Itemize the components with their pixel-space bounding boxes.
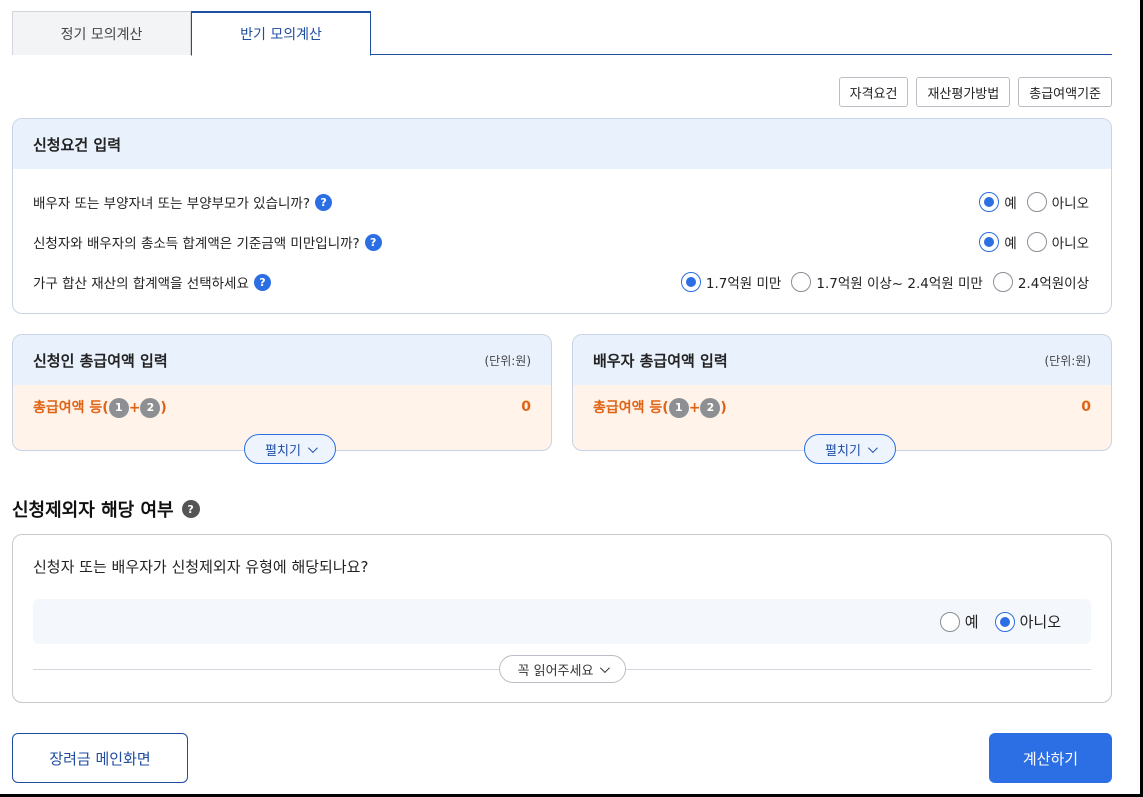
info-button-group: 자격요건 재산평가방법 총급여액기준	[838, 77, 1112, 107]
total-pay-label: 총급여액 등(1 +2)	[33, 397, 167, 418]
asset-valuation-button[interactable]: 재산평가방법	[916, 77, 1011, 107]
requirements-panel: 신청요건 입력 배우자 또는 부양자녀 또는 부양부모가 있습니까? ? 예 아…	[12, 118, 1112, 314]
radio-unchecked-icon	[939, 611, 960, 632]
radio-exclusion-no[interactable]: 아니오	[994, 611, 1061, 632]
eligibility-button[interactable]: 자격요건	[838, 77, 909, 107]
radio-label: 2.4억원이상	[1017, 276, 1089, 292]
radio-assets-over-2-4[interactable]: 2.4억원이상	[992, 272, 1089, 292]
question-dependents: 배우자 또는 부양자녀 또는 부양부모가 있습니까? ? 예 아니오	[33, 190, 1089, 214]
radio-label: 예	[1004, 236, 1017, 252]
number-1-badge: 1	[108, 397, 129, 418]
radio-label: 아니오	[1051, 196, 1089, 212]
help-icon[interactable]: ?	[315, 193, 333, 211]
total-pay-label: 총급여액 등(1 +2)	[593, 397, 727, 418]
question-label: 배우자 또는 부양자녀 또는 부양부모가 있습니까?	[33, 196, 311, 212]
exclusion-panel: 신청자 또는 배우자가 신청제외자 유형에 해당되나요? 예 아니오 꼭 읽어주…	[12, 534, 1112, 703]
help-icon[interactable]: ?	[181, 500, 200, 518]
applicant-income-panel: 신청인 총급여액 입력 (단위:원) 총급여액 등(1 +2) 0 펼치기	[12, 334, 552, 464]
total-pay-value: 0	[1081, 399, 1091, 415]
radio-label: 아니오	[1051, 236, 1089, 252]
tab-regular-simulation[interactable]: 정기 모의계산	[12, 11, 191, 55]
section-title-text: 신청제외자 해당 여부	[12, 500, 174, 521]
expand-label: 펼치기	[825, 443, 861, 459]
exclusion-question: 신청자 또는 배우자가 신청제외자 유형에 해당되나요?	[33, 558, 369, 576]
radio-checked-icon	[979, 232, 1000, 252]
chevron-down-icon	[307, 442, 318, 453]
radio-dependents-no[interactable]: 아니오	[1026, 192, 1089, 212]
radio-income-no[interactable]: 아니오	[1026, 232, 1089, 252]
radio-label: 예	[1004, 196, 1017, 212]
radio-label: 1.7억원 미만	[705, 276, 782, 292]
question-label: 가구 합산 재산의 합계액을 선택하세요	[33, 276, 249, 292]
number-2-badge: 2	[140, 397, 161, 418]
radio-checked-icon	[979, 192, 1000, 212]
applicant-income-title: 신청인 총급여액 입력	[33, 351, 168, 370]
calculate-button[interactable]: 계산하기	[989, 733, 1112, 783]
tab-bar: 정기 모의계산 반기 모의계산	[12, 11, 1112, 56]
unit-label: (단위:원)	[484, 353, 531, 368]
chevron-down-icon	[867, 442, 878, 453]
radio-label: 예	[964, 613, 979, 631]
radio-assets-under-1-7[interactable]: 1.7억원 미만	[680, 272, 782, 292]
chevron-down-icon	[600, 662, 611, 673]
radio-assets-1-7-to-2-4[interactable]: 1.7억원 이상~ 2.4억원 미만	[791, 272, 983, 292]
radio-unchecked-icon	[1026, 232, 1047, 252]
read-more-label: 꼭 읽어주세요	[517, 663, 594, 679]
radio-checked-icon	[994, 611, 1015, 632]
number-1-badge: 1	[668, 397, 689, 418]
spouse-income-title: 배우자 총급여액 입력	[593, 351, 728, 370]
exclusion-answer-box: 예 아니오	[33, 599, 1091, 644]
expand-label: 펼치기	[265, 443, 301, 459]
question-total-income: 신청자와 배우자의 총소득 합계액은 기준금액 미만입니까? ? 예 아니오	[33, 230, 1089, 254]
spouse-income-panel: 배우자 총급여액 입력 (단위:원) 총급여액 등(1 +2) 0 펼치기	[572, 334, 1112, 464]
radio-income-yes[interactable]: 예	[979, 232, 1017, 252]
total-pay-value: 0	[521, 399, 531, 415]
income-criteria-button[interactable]: 총급여액기준	[1018, 77, 1112, 107]
radio-exclusion-yes[interactable]: 예	[939, 611, 979, 632]
question-household-assets: 가구 합산 재산의 합계액을 선택하세요 ? 1.7억원 미만 1.7억원 이상…	[33, 270, 1089, 294]
spouse-expand-button[interactable]: 펼치기	[804, 434, 896, 464]
requirements-title: 신청요건 입력	[13, 119, 1111, 169]
unit-label: (단위:원)	[1044, 353, 1091, 368]
radio-checked-icon	[680, 272, 701, 292]
radio-label: 아니오	[1019, 613, 1061, 631]
applicant-total-pay-row: 총급여액 등(1 +2) 0	[13, 385, 551, 429]
applicant-expand-button[interactable]: 펼치기	[244, 434, 336, 464]
radio-dependents-yes[interactable]: 예	[979, 192, 1017, 212]
help-icon[interactable]: ?	[364, 233, 382, 251]
spouse-total-pay-row: 총급여액 등(1 +2) 0	[573, 385, 1111, 429]
number-2-badge: 2	[700, 397, 721, 418]
question-label: 신청자와 배우자의 총소득 합계액은 기준금액 미만입니까?	[33, 236, 360, 252]
tab-semiannual-simulation[interactable]: 반기 모의계산	[191, 11, 371, 56]
help-icon[interactable]: ?	[253, 273, 271, 291]
radio-unchecked-icon	[1026, 192, 1047, 212]
read-more-button[interactable]: 꼭 읽어주세요	[499, 655, 626, 683]
exclusion-section-title: 신청제외자 해당 여부 ?	[12, 496, 200, 522]
main-page-button[interactable]: 장려금 메인화면	[12, 733, 188, 783]
radio-label: 1.7억원 이상~ 2.4억원 미만	[816, 276, 983, 292]
radio-unchecked-icon	[791, 272, 812, 292]
radio-unchecked-icon	[992, 272, 1013, 292]
